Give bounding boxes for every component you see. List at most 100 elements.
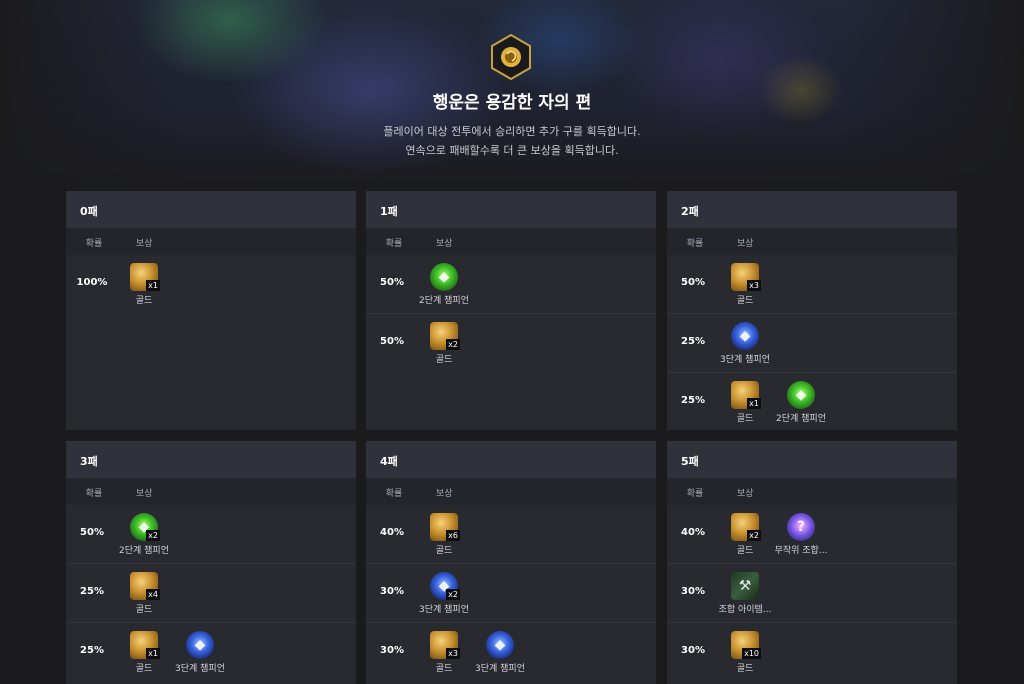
probability-value: 50% xyxy=(380,336,404,347)
reward-name: 골드 xyxy=(135,664,153,674)
quantity-badge: x2 xyxy=(747,530,761,541)
table-header: 확률 보상 xyxy=(66,228,356,255)
reward-item[interactable]: x2 골드 xyxy=(715,513,775,556)
table-row: 25% x4 골드 xyxy=(66,564,356,623)
card-title: 3패 xyxy=(66,441,356,478)
header-reward: 보상 xyxy=(136,489,153,499)
probability-value: 40% xyxy=(681,527,705,538)
table-row: 50% ◆ x2 2단계 챔피언 xyxy=(66,505,356,564)
table-header: 확률 보상 xyxy=(667,478,957,505)
reward-name: 2단계 챔피언 xyxy=(119,546,169,556)
table-row: 30% ◆ x2 3단계 챔피언 xyxy=(366,564,656,623)
loss-streak-card: 4패 확률 보상 40% x6 골드 30% ◆ x2 3단계 챔피언 30% x3 골드 ◆ 3단계 챔피… xyxy=(366,441,656,684)
reward-item[interactable]: ? 무작위 조합... xyxy=(771,513,831,556)
header-reward: 보상 xyxy=(136,239,153,249)
probability-value: 50% xyxy=(80,527,104,538)
champion-3star-icon: ◆ xyxy=(731,322,759,350)
quantity-badge: x1 xyxy=(146,648,160,659)
reward-name: 골드 xyxy=(135,605,153,615)
reward-item[interactable]: x3 골드 xyxy=(414,631,474,674)
card-title: 2패 xyxy=(667,191,957,228)
reward-name: 조합 아이템... xyxy=(718,605,772,615)
reward-item[interactable]: ◆ 2단계 챔피언 xyxy=(771,381,831,424)
header-probability: 확률 xyxy=(385,489,403,499)
probability-value: 50% xyxy=(681,277,705,288)
table-row: 25% ◆ 3단계 챔피언 xyxy=(667,314,957,373)
probability-value: 40% xyxy=(380,527,404,538)
quantity-badge: x3 xyxy=(747,280,761,291)
reward-item[interactable]: x1 골드 xyxy=(114,263,174,306)
reward-name: 골드 xyxy=(736,664,754,674)
card-title: 4패 xyxy=(366,441,656,478)
gold-icon: x6 xyxy=(430,513,460,541)
card-title: 1패 xyxy=(366,191,656,228)
gold-icon: x4 xyxy=(130,572,160,600)
loss-streak-card: 0패 확률 보상 100% x1 골드 xyxy=(66,191,356,430)
reward-name: 골드 xyxy=(736,546,754,556)
reward-name: 3단계 챔피언 xyxy=(175,664,225,674)
header-probability: 확률 xyxy=(85,489,103,499)
champion-2star-icon: ◆ xyxy=(787,381,815,409)
reward-name: 2단계 챔피언 xyxy=(776,414,826,424)
probability-value: 25% xyxy=(681,336,705,347)
reward-item[interactable]: x4 골드 xyxy=(114,572,174,615)
reward-item[interactable]: ◆ 2단계 챔피언 xyxy=(414,263,474,306)
reward-item[interactable]: x2 골드 xyxy=(414,322,474,365)
reward-name: 3단계 챔피언 xyxy=(720,355,770,365)
loss-streak-card: 2패 확률 보상 50% x3 골드 25% ◆ 3단계 챔피언 25% x1 골드 ◆ 2단계 챔피언 xyxy=(667,191,957,430)
reward-item[interactable]: x1 골드 xyxy=(715,381,775,424)
header-probability: 확률 xyxy=(85,239,103,249)
probability-value: 25% xyxy=(80,586,104,597)
quantity-badge: x1 xyxy=(747,398,761,409)
loss-streak-card: 3패 확률 보상 50% ◆ x2 2단계 챔피언 25% x4 골드 25% x1 골드 ◆ 3단계 챔피… xyxy=(66,441,356,684)
gold-icon: x1 xyxy=(731,381,761,409)
gold-icon: x2 xyxy=(731,513,761,541)
table-row: 50% ◆ 2단계 챔피언 xyxy=(366,255,656,314)
probability-value: 30% xyxy=(681,645,705,656)
fortune-emblem-icon xyxy=(491,34,531,80)
reward-item[interactable]: ⚒ 조합 아이템... xyxy=(715,572,775,615)
reward-table-grid: 0패 확률 보상 100% x1 골드 1패 확률 보상 50% ◆ 2단계 챔피언 50% x2 골드 … xyxy=(66,191,957,684)
champion-2star-icon: ◆ xyxy=(430,263,458,291)
reward-item[interactable]: ◆ x2 2단계 챔피언 xyxy=(114,513,174,556)
reward-name: 무작위 조합... xyxy=(774,546,828,556)
reward-item[interactable]: ◆ x2 3단계 챔피언 xyxy=(414,572,474,615)
reward-item[interactable]: ◆ 3단계 챔피언 xyxy=(715,322,775,365)
gold-icon: x3 xyxy=(731,263,761,291)
champion-3star-icon: ◆ x2 xyxy=(430,572,460,600)
table-header: 확률 보상 xyxy=(66,478,356,505)
probability-value: 30% xyxy=(380,586,404,597)
table-header: 확률 보상 xyxy=(366,478,656,505)
quantity-badge: x2 xyxy=(446,339,460,350)
description-line-1: 플레이어 대상 전투에서 승리하면 추가 구를 획득합니다. xyxy=(383,125,641,138)
description-line-2: 연속으로 패배할수록 더 큰 보상을 획득합니다. xyxy=(405,144,619,157)
reward-name: 골드 xyxy=(435,355,453,365)
gold-icon: x1 xyxy=(130,263,160,291)
reward-name: 골드 xyxy=(736,296,754,306)
quantity-badge: x2 xyxy=(146,530,160,541)
reward-item[interactable]: ◆ 3단계 챔피언 xyxy=(170,631,230,674)
probability-value: 25% xyxy=(80,645,104,656)
reward-item[interactable]: x10 골드 xyxy=(715,631,775,674)
table-row: 30% x3 골드 ◆ 3단계 챔피언 xyxy=(366,623,656,682)
header-reward: 보상 xyxy=(737,239,754,249)
table-header: 확률 보상 xyxy=(667,228,957,255)
reward-item[interactable]: x3 골드 xyxy=(715,263,775,306)
header-reward: 보상 xyxy=(436,489,453,499)
quantity-badge: x6 xyxy=(446,530,460,541)
probability-value: 25% xyxy=(681,395,705,406)
card-title: 5패 xyxy=(667,441,957,478)
table-row: 30% x10 골드 xyxy=(667,623,957,682)
table-row: 40% x6 골드 xyxy=(366,505,656,564)
loss-streak-card: 5패 확률 보상 40% x2 골드? 무작위 조합... 30% ⚒ 조합 아이템... 30% x… xyxy=(667,441,957,684)
header-probability: 확률 xyxy=(686,239,704,249)
header-reward: 보상 xyxy=(436,239,453,249)
champion-3star-icon: ◆ xyxy=(186,631,214,659)
probability-value: 50% xyxy=(380,277,404,288)
reward-name: 골드 xyxy=(435,546,453,556)
reward-name: 2단계 챔피언 xyxy=(419,296,469,306)
reward-item[interactable]: x6 골드 xyxy=(414,513,474,556)
loss-streak-card: 1패 확률 보상 50% ◆ 2단계 챔피언 50% x2 골드 xyxy=(366,191,656,430)
reward-item[interactable]: x1 골드 xyxy=(114,631,174,674)
reward-item[interactable]: ◆ 3단계 챔피언 xyxy=(470,631,530,674)
